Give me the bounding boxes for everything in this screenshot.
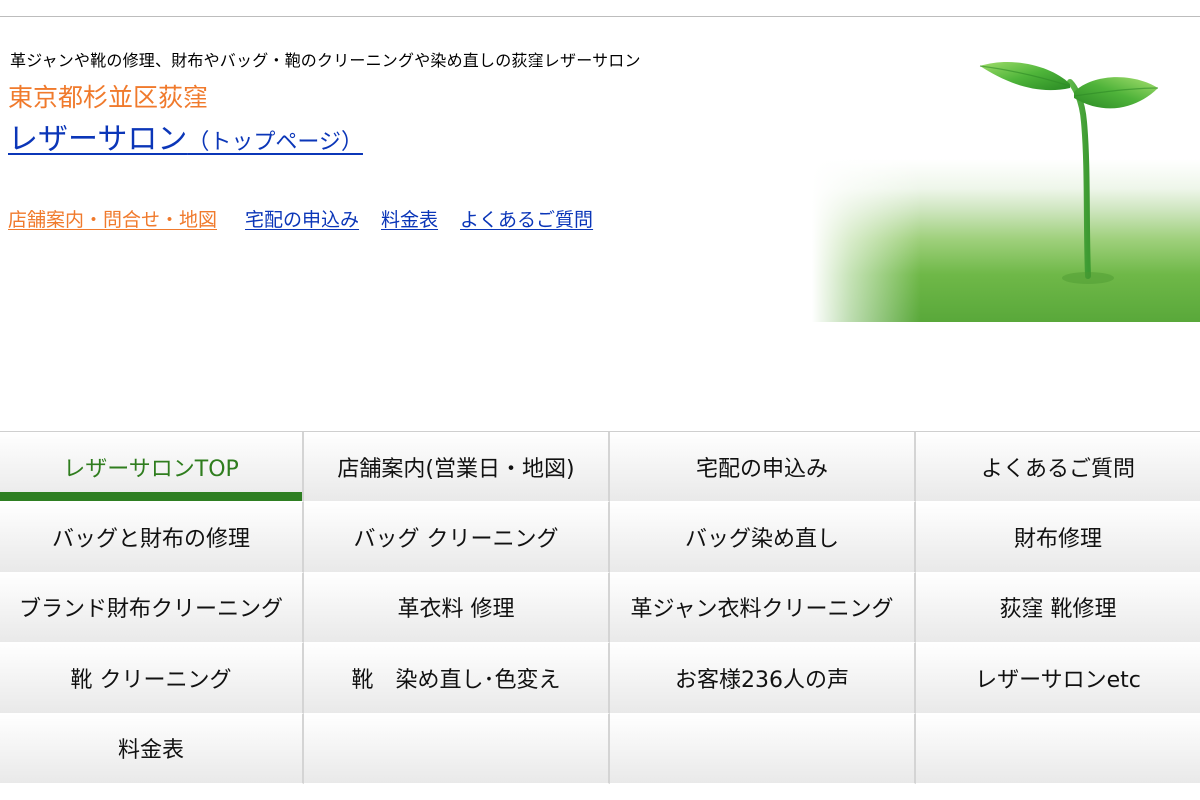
- main-nav-grid: レザーサロンTOP 店舗案内(営業日・地図) 宅配の申込み よくあるご質問 バッ…: [0, 431, 1200, 784]
- nav-empty-cell: [304, 713, 610, 784]
- quick-links: 店舗案内・問合せ・地図 宅配の申込み 料金表 よくあるご質問: [8, 205, 615, 232]
- nav-delivery-request[interactable]: 宅配の申込み: [610, 432, 916, 503]
- nav-leather-salon-etc[interactable]: レザーサロンetc: [916, 643, 1200, 714]
- page: 革ジャンや靴の修理、財布やバッグ・鞄のクリーニングや染め直しの荻窪レザーサロン …: [0, 0, 1200, 800]
- site-tagline: 革ジャンや靴の修理、財布やバッグ・鞄のクリーニングや染め直しの荻窪レザーサロン: [10, 51, 641, 70]
- nav-shoe-redye[interactable]: 靴 染め直し･色変え: [304, 643, 610, 714]
- quicklink-store-info[interactable]: 店舗案内・問合せ・地図: [8, 209, 217, 231]
- nav-bag-wallet-repair[interactable]: バッグと財布の修理: [0, 502, 304, 573]
- top-divider: [0, 16, 1200, 17]
- nav-bag-cleaning[interactable]: バッグ クリーニング: [304, 502, 610, 573]
- site-title-main: レザーサロン: [8, 122, 188, 157]
- nav-wallet-repair[interactable]: 財布修理: [916, 502, 1200, 573]
- quicklink-faq[interactable]: よくあるご質問: [460, 209, 593, 231]
- nav-leather-jacket-cleaning[interactable]: 革ジャン衣料クリーニング: [610, 572, 916, 644]
- site-title-sub: （トップページ）: [187, 130, 363, 155]
- quicklink-delivery[interactable]: 宅配の申込み: [245, 209, 359, 231]
- hero-fade-overlay: [812, 26, 1200, 322]
- nav-empty-cell: [916, 713, 1200, 784]
- site-location: 東京都杉並区荻窪: [8, 83, 209, 112]
- site-title-link[interactable]: レザーサロン（トップページ）: [8, 114, 363, 158]
- nav-leather-salon-top[interactable]: レザーサロンTOP: [0, 432, 304, 503]
- quicklink-price-list[interactable]: 料金表: [381, 209, 438, 231]
- nav-leather-clothing-repair[interactable]: 革衣料 修理: [304, 572, 610, 644]
- nav-faq[interactable]: よくあるご質問: [916, 432, 1200, 503]
- sprout-hero-image: [812, 26, 1200, 322]
- nav-brand-wallet-cleaning[interactable]: ブランド財布クリーニング: [0, 572, 304, 644]
- nav-bag-redye[interactable]: バッグ染め直し: [610, 502, 916, 573]
- nav-store-info[interactable]: 店舗案内(営業日・地図): [304, 432, 610, 503]
- nav-customer-voices[interactable]: お客様236人の声: [610, 643, 916, 714]
- nav-shoe-cleaning[interactable]: 靴 クリーニング: [0, 643, 304, 714]
- nav-empty-cell: [610, 713, 916, 784]
- nav-ogikubo-shoe-repair[interactable]: 荻窪 靴修理: [916, 572, 1200, 644]
- nav-price-list[interactable]: 料金表: [0, 713, 304, 784]
